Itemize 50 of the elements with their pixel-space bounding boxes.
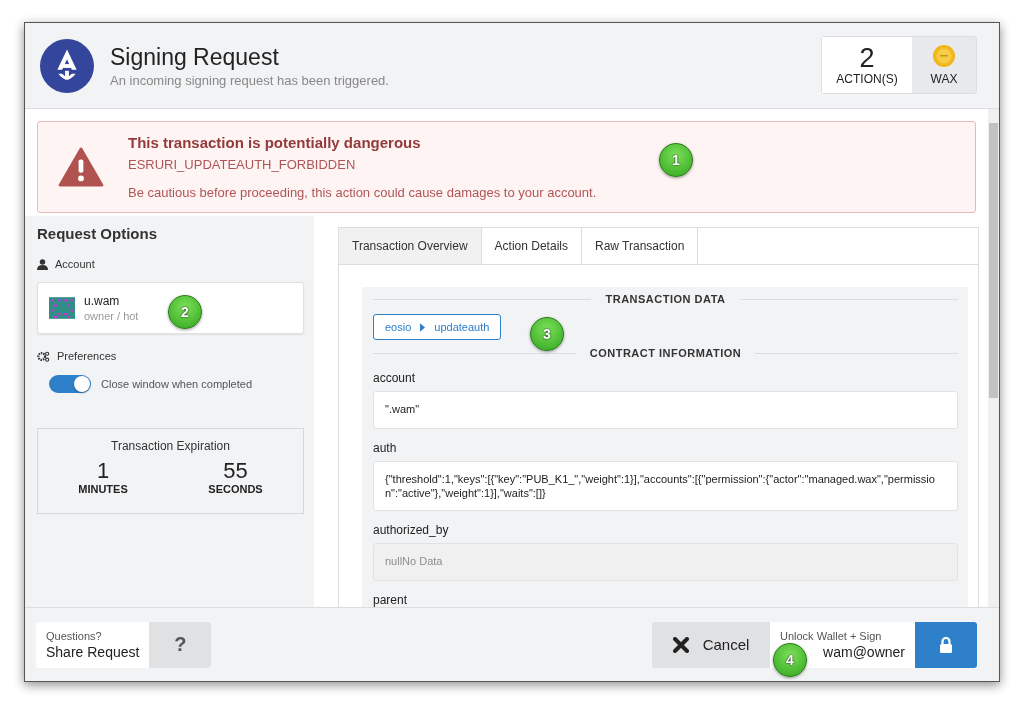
alert-title: This transaction is potentially dangerous [128, 134, 422, 151]
field-label: account [373, 371, 417, 385]
action-label: ACTION(S) [836, 71, 898, 86]
panel-title: Request Options [37, 225, 158, 242]
minutes-value: 1 [96, 459, 110, 483]
caret-icon [420, 322, 426, 332]
logo-icon [40, 38, 94, 93]
close-icon [672, 636, 689, 653]
field-label: auth [373, 441, 398, 455]
action-count: 2 [859, 43, 875, 72]
questions-label: Questions? [46, 629, 103, 642]
field-value: ".wam" [373, 391, 958, 429]
scrollbar[interactable] [988, 109, 999, 607]
tab[interactable]: Transaction Overview [339, 228, 482, 264]
account-name: u.wam [84, 294, 121, 308]
error-code: ESRURI_UPDATEAUTH_FORBIDDEN [128, 157, 357, 172]
window-title: Signing Request [110, 43, 280, 71]
chain-label: WAX [930, 71, 958, 86]
share-request-button[interactable]: Questions? Share Request ? [36, 621, 212, 668]
field-label: authorized_by [373, 523, 450, 537]
coin-icon [932, 43, 956, 68]
section-heading: TRANSACTION DATA [605, 293, 726, 305]
window-subtitle: An incoming signing request has been triggered. [110, 72, 390, 88]
expiration-title: Transaction Expiration [111, 439, 230, 453]
user-icon [37, 258, 48, 270]
toggle-label: Close window when completed [101, 378, 253, 390]
action-name: updateauth [434, 321, 490, 333]
minutes-label: MINUTES [78, 483, 128, 495]
field-value: {"threshold":1,"keys":[{"key":"PUB_K1_","weight":1}],"accounts":[{"permission":{"actor":"managed.wax","permission":"active"},"weight":1}],"waits":[]} [373, 461, 958, 511]
section-heading: CONTRACT INFORMATION [589, 347, 742, 359]
signing-account: wam@owner [823, 643, 905, 660]
alert-message: Be cautious before proceeding, this action could cause damages to your account. [128, 185, 597, 200]
section-label: Preferences [57, 350, 117, 362]
avatar-icon [49, 295, 75, 321]
section-label: Account [55, 258, 95, 270]
account-permission: owner / hot [84, 310, 139, 322]
warning-icon [58, 147, 104, 187]
lock-icon [939, 636, 953, 653]
action-tag[interactable]: eosio updateauth [373, 314, 502, 340]
gears-icon [37, 350, 50, 362]
help-button[interactable]: ? [149, 621, 212, 668]
seconds-label: SECONDS [208, 483, 263, 495]
seconds-value: 55 [223, 459, 248, 483]
field-label: parent [373, 593, 409, 607]
contract-name: eosio [385, 321, 412, 333]
sign-caption: Unlock Wallet + Sign [780, 629, 882, 642]
toggle-switch[interactable] [49, 375, 91, 393]
field-value: nullNo Data [373, 543, 958, 581]
share-label: Share Request [46, 643, 140, 660]
cancel-button[interactable]: Cancel [652, 621, 770, 668]
